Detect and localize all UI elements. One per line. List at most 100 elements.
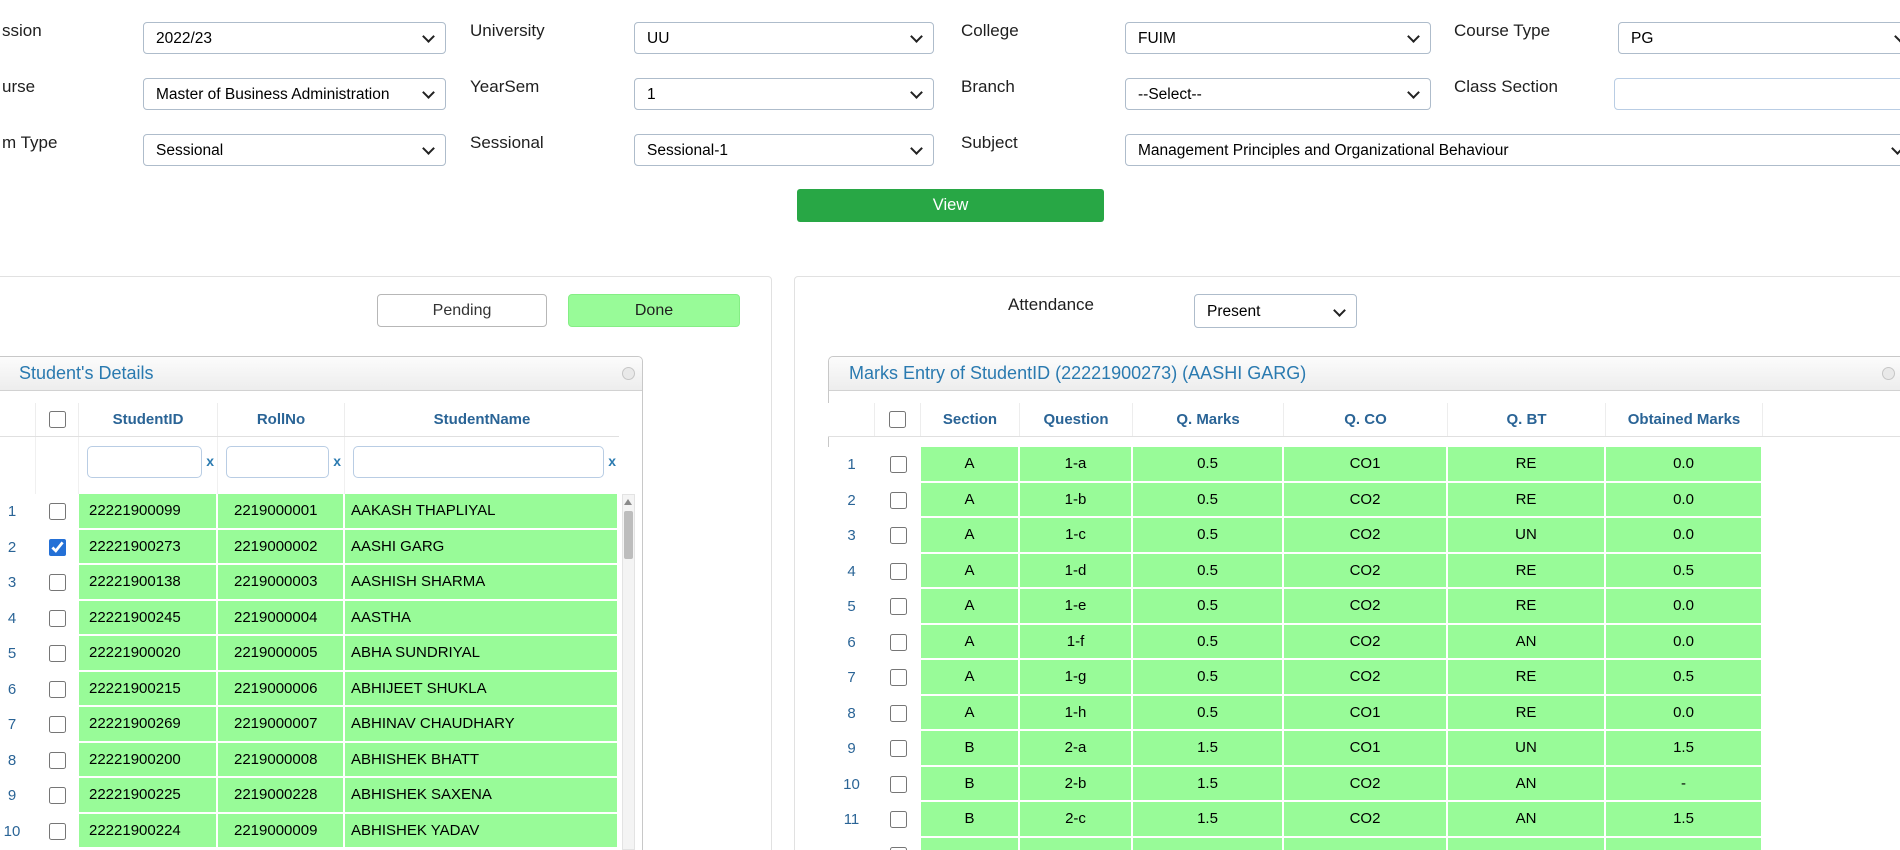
- student-checkbox[interactable]: [49, 503, 66, 521]
- session-select[interactable]: 2022/23: [143, 22, 446, 54]
- pending-button[interactable]: Pending: [377, 294, 547, 327]
- column-header-qbt[interactable]: Q. BT: [1448, 403, 1606, 436]
- student-checkbox[interactable]: [49, 645, 66, 663]
- column-header-studentid[interactable]: StudentID: [79, 403, 218, 436]
- university-select[interactable]: UU: [634, 22, 934, 54]
- attendance-select[interactable]: Present: [1194, 294, 1357, 328]
- student-roll-cell: 2219000004: [218, 600, 345, 636]
- exam-type-select-wrap: Sessional: [143, 134, 446, 166]
- qbt-cell: RE: [1448, 589, 1606, 625]
- exam-type-select[interactable]: Sessional: [143, 134, 446, 166]
- select-all-marks-checkbox[interactable]: [889, 411, 906, 428]
- student-roll-cell: 2219000006: [218, 671, 345, 707]
- student-roll-cell: 2219000002: [218, 529, 345, 565]
- marks-row-checkbox[interactable]: [889, 527, 907, 545]
- marks-row: 6 A 1-f 0.5 CO2 AN 0.0: [828, 624, 1763, 660]
- row-number: 1: [0, 494, 36, 530]
- scroll-up-icon[interactable]: [624, 499, 632, 505]
- done-button[interactable]: Done: [568, 294, 740, 327]
- marks-row-checkbox[interactable]: [889, 669, 907, 687]
- sessional-select[interactable]: Sessional-1: [634, 134, 934, 166]
- row-number: 9: [0, 778, 36, 814]
- view-button[interactable]: View: [797, 189, 1104, 222]
- checkbox-cell: [36, 707, 79, 743]
- column-header-studentname[interactable]: StudentName: [345, 403, 619, 436]
- obtained-marks-cell: 0.0: [1606, 518, 1763, 554]
- student-id-cell: 22221900099: [79, 494, 218, 530]
- section-cell: A: [921, 482, 1020, 518]
- marks-row-checkbox[interactable]: [889, 740, 907, 758]
- marks-row-checkbox[interactable]: [889, 456, 907, 474]
- studentid-filter-input[interactable]: [87, 446, 203, 478]
- yearsem-label: YearSem: [470, 77, 540, 96]
- student-checkbox[interactable]: [49, 538, 66, 556]
- column-header-obtained[interactable]: Obtained Marks: [1606, 403, 1763, 436]
- student-checkbox[interactable]: [49, 680, 66, 698]
- column-header-section[interactable]: Section: [921, 403, 1020, 436]
- students-scrollbar[interactable]: [622, 494, 635, 850]
- marks-row-checkbox[interactable]: [889, 598, 907, 616]
- qco-cell: CO2: [1284, 518, 1448, 554]
- marks-row-checkbox[interactable]: [889, 633, 907, 651]
- collapse-icon[interactable]: [622, 367, 635, 380]
- row-number: 2: [828, 482, 875, 518]
- qmarks-cell: 0.5: [1133, 553, 1284, 589]
- select-all-students-checkbox[interactable]: [48, 411, 66, 428]
- student-row: 1 22221900099 2219000001 AAKASH THAPLIYAL: [0, 494, 619, 530]
- student-checkbox[interactable]: [49, 574, 66, 592]
- section-cell: B: [921, 731, 1020, 767]
- qco-cell: CO1: [1284, 447, 1448, 483]
- course-select[interactable]: Master of Business Administration: [143, 78, 446, 110]
- student-row: 8 22221900200 2219000008 ABHISHEK BHATT: [0, 742, 619, 778]
- qbt-cell: UN: [1448, 731, 1606, 767]
- marks-row-checkbox[interactable]: [889, 775, 907, 793]
- studentname-filter-input[interactable]: [353, 446, 605, 478]
- student-checkbox[interactable]: [49, 716, 66, 734]
- question-cell: 2-b: [1020, 766, 1133, 802]
- marks-panel-header: Marks Entry of StudentID (22221900273) (…: [829, 357, 1900, 391]
- clear-rollno-filter[interactable]: x: [333, 453, 341, 469]
- clear-studentname-filter[interactable]: x: [608, 453, 616, 469]
- students-filter-row: x x x: [0, 437, 619, 494]
- college-select[interactable]: FUIM: [1125, 22, 1431, 54]
- student-row: 9 22221900225 2219000228 ABHISHEK SAXENA: [0, 778, 619, 814]
- checkbox-cell: [36, 565, 79, 601]
- marks-row-checkbox[interactable]: [889, 491, 907, 509]
- student-checkbox[interactable]: [49, 822, 66, 840]
- student-name-cell: ABHIJEET SHUKLA: [345, 671, 619, 707]
- qbt-cell: RE: [1448, 553, 1606, 589]
- yearsem-select[interactable]: 1: [634, 78, 934, 110]
- scrollbar-thumb[interactable]: [624, 511, 633, 559]
- qmarks-cell: 1.5: [1133, 766, 1284, 802]
- student-id-cell: 22221900200: [79, 742, 218, 778]
- clear-studentid-filter[interactable]: x: [206, 453, 214, 469]
- qco-cell: CO1: [1284, 731, 1448, 767]
- qbt-cell: UN: [1448, 518, 1606, 554]
- class-section-input[interactable]: [1614, 78, 1900, 110]
- row-number: 9: [828, 731, 875, 767]
- marks-row-checkbox[interactable]: [889, 704, 907, 722]
- branch-select[interactable]: --Select--: [1125, 78, 1431, 110]
- marks-row-checkbox[interactable]: [889, 811, 907, 829]
- checkbox-cell: [875, 802, 921, 838]
- marks-row-checkbox[interactable]: [889, 562, 907, 580]
- course-type-select[interactable]: PG: [1618, 22, 1900, 54]
- college-select-wrap: FUIM: [1125, 22, 1431, 54]
- collapse-icon[interactable]: [1882, 367, 1895, 380]
- attendance-select-wrap: Present: [1194, 294, 1357, 328]
- branch-select-wrap: --Select--: [1125, 78, 1431, 110]
- student-checkbox[interactable]: [49, 787, 66, 805]
- rollno-filter-input[interactable]: [226, 446, 330, 478]
- student-checkbox[interactable]: [49, 609, 66, 627]
- qco-cell: CO2: [1284, 482, 1448, 518]
- student-checkbox[interactable]: [49, 751, 66, 769]
- student-row: 4 22221900245 2219000004 AASTHA: [0, 600, 619, 636]
- section-cell: A: [921, 447, 1020, 483]
- column-header-rollno[interactable]: RollNo: [218, 403, 345, 436]
- column-header-qco[interactable]: Q. CO: [1284, 403, 1448, 436]
- column-header-question[interactable]: Question: [1020, 403, 1133, 436]
- subject-select[interactable]: Management Principles and Organizational…: [1125, 134, 1900, 166]
- qbt-cell: RE: [1448, 482, 1606, 518]
- column-header-qmarks[interactable]: Q. Marks: [1133, 403, 1284, 436]
- qco-cell: CO1: [1284, 695, 1448, 731]
